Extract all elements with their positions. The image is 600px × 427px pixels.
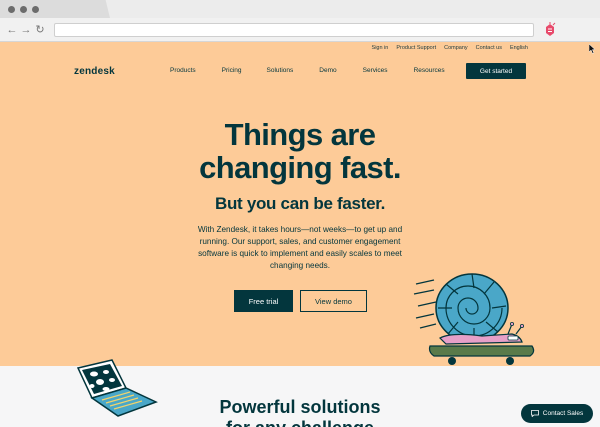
utility-nav: Sign in Product Support Company Contact … <box>372 45 528 51</box>
nav-services[interactable]: Services <box>363 67 388 74</box>
nav-solutions[interactable]: Solutions <box>267 67 294 74</box>
nav-resources[interactable]: Resources <box>414 67 445 74</box>
contact-sales-label: Contact Sales <box>542 410 584 417</box>
language-link[interactable]: English <box>510 45 528 51</box>
snail-skateboard-illustration <box>413 273 535 365</box>
hero-description-line-3: software is quick to implement and easil… <box>198 249 402 258</box>
window-zoom-dot[interactable] <box>32 6 39 13</box>
hero-description-line-2: running. Our support, sales, and custome… <box>199 237 401 246</box>
company-link[interactable]: Company <box>444 45 468 51</box>
hero-description-line-1: With Zendesk, it takes hours—not weeks—t… <box>197 225 403 234</box>
window-minimize-dot[interactable] <box>20 6 27 13</box>
get-started-button[interactable]: Get started <box>466 63 526 79</box>
nav-products[interactable]: Products <box>170 67 196 74</box>
contact-us-link[interactable]: Contact us <box>476 45 502 51</box>
window-close-dot[interactable] <box>8 6 15 13</box>
cursor-icon <box>589 44 596 54</box>
section-heading-line-1: Powerful solutions <box>219 397 381 417</box>
laptop-illustration <box>76 359 158 417</box>
forward-icon[interactable]: → <box>20 22 32 38</box>
main-nav: Products Pricing Solutions Demo Services… <box>170 67 445 74</box>
hero-subhead: But you can be faster. <box>214 194 386 213</box>
hero-description: With Zendesk, it takes hours—not weeks—t… <box>190 224 410 272</box>
section-heading-line-2: for any challenge <box>150 417 450 427</box>
chat-icon <box>530 410 539 417</box>
browser-tab[interactable] <box>0 0 110 18</box>
browser-tab-bar <box>0 0 600 18</box>
reload-icon[interactable]: ↻ <box>34 22 46 38</box>
nav-demo[interactable]: Demo <box>319 67 336 74</box>
hero-headline-line-2: changing fast. <box>199 150 401 185</box>
extension-icon[interactable] <box>543 21 557 37</box>
hero-headline-line-1: Things are <box>224 117 376 152</box>
zendesk-logo[interactable]: zendesk <box>74 66 115 77</box>
hero-headline: Things are changing fast. <box>150 118 450 184</box>
view-demo-button[interactable]: View demo <box>300 290 367 312</box>
browser-toolbar: ← → ↻ <box>0 18 600 42</box>
sign-in-link[interactable]: Sign in <box>372 45 389 51</box>
web-page: Sign in Product Support Company Contact … <box>0 42 600 427</box>
hero-description-line-4: changing needs. <box>269 261 331 270</box>
back-icon[interactable]: ← <box>6 22 18 38</box>
free-trial-button[interactable]: Free trial <box>234 290 293 312</box>
nav-pricing[interactable]: Pricing <box>222 67 242 74</box>
product-support-link[interactable]: Product Support <box>396 45 436 51</box>
address-bar[interactable] <box>54 23 534 37</box>
contact-sales-button[interactable]: Contact Sales <box>521 404 593 423</box>
